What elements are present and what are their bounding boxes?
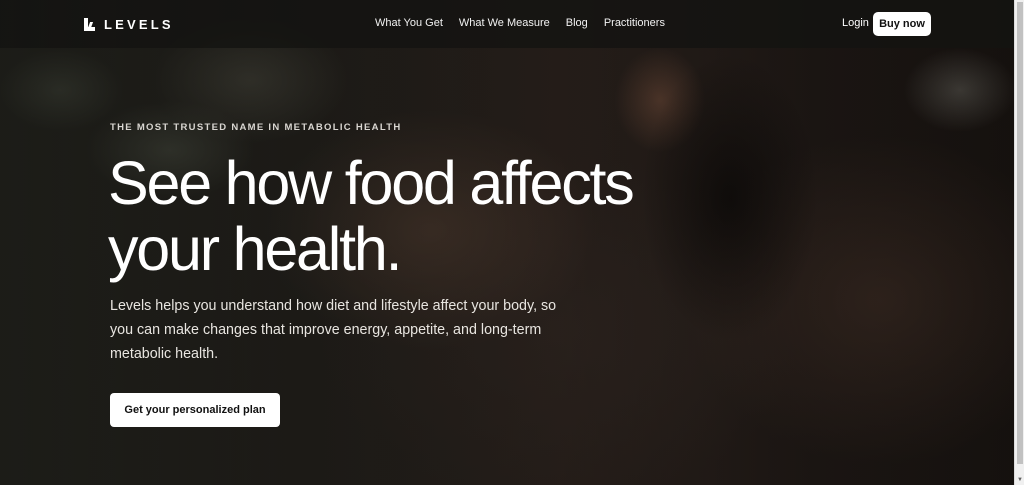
login-link[interactable]: Login [842, 17, 869, 29]
nav-link-what-you-get[interactable]: What You Get [375, 17, 443, 29]
nav-links: What You Get What We Measure Blog Practi… [375, 17, 665, 29]
scroll-down-arrow-icon[interactable]: ▼ [1015, 475, 1024, 485]
hero-description: Levels helps you understand how diet and… [110, 298, 557, 362]
hero-headline: See how food affects your health. [108, 150, 748, 282]
nav-link-practitioners[interactable]: Practitioners [604, 17, 665, 29]
top-navigation: LEVELS What You Get What We Measure Blog… [0, 0, 1014, 48]
get-personalized-plan-button[interactable]: Get your personalized plan [110, 393, 280, 427]
landing-page: LEVELS What You Get What We Measure Blog… [0, 0, 1024, 485]
brand-logo[interactable]: LEVELS [84, 16, 174, 32]
hero-eyebrow: THE MOST TRUSTED NAME IN METABOLIC HEALT… [110, 122, 402, 133]
buy-now-button[interactable]: Buy now [873, 12, 931, 36]
scrollbar-thumb[interactable] [1017, 2, 1023, 464]
nav-link-what-we-measure[interactable]: What We Measure [459, 17, 550, 29]
hero-headline-line1: See how food affects [108, 149, 635, 217]
vertical-scrollbar[interactable]: ▲ ▼ [1014, 0, 1024, 485]
brand-name: LEVELS [104, 16, 174, 32]
nav-link-blog[interactable]: Blog [566, 17, 588, 29]
hero-headline-line2: your health. [108, 215, 403, 283]
levels-logo-icon [84, 17, 96, 31]
